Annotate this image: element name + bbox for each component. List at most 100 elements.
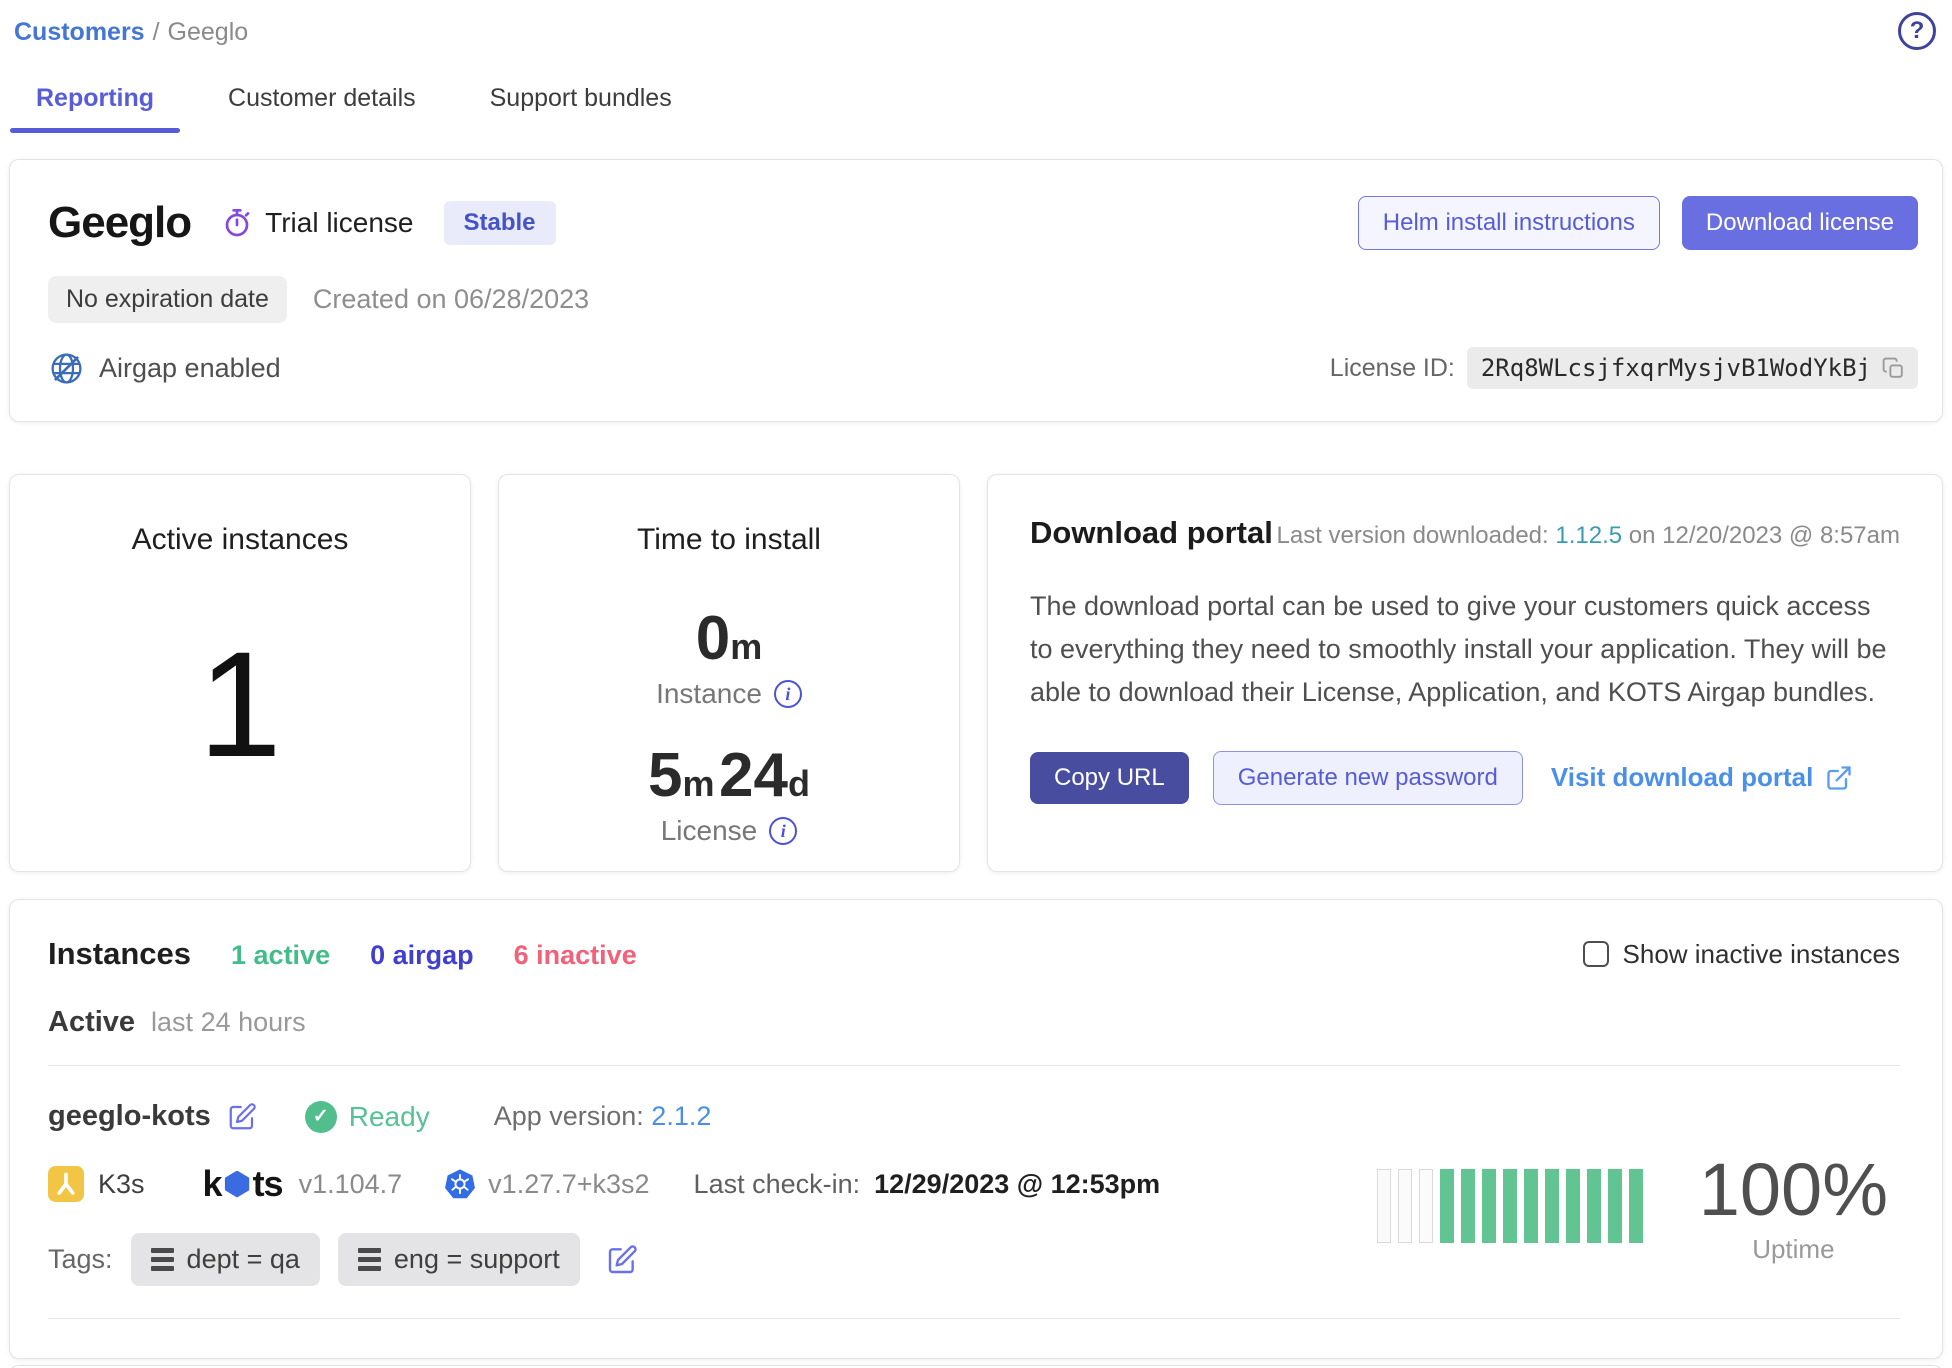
tag-pill: dept = qa: [131, 1233, 320, 1286]
visit-download-portal-link[interactable]: Visit download portal: [1551, 762, 1853, 793]
channel-badge: Stable: [444, 201, 556, 245]
tag-icon: [358, 1248, 381, 1271]
active-section-sublabel: last 24 hours: [151, 1007, 306, 1038]
instance-install-value: 0: [696, 604, 730, 673]
kots-logo-o-icon: [224, 1171, 251, 1198]
uptime-bar: [1503, 1169, 1517, 1243]
copy-license-id-icon[interactable]: [1881, 356, 1906, 381]
kots-version: v1.104.7: [299, 1169, 403, 1200]
license-id-pill: 2Rq8WLcsjfxqrMysjvB1WodYkBj: [1467, 347, 1918, 389]
instances-card: Instances 1 active 0 airgap 6 inactive S…: [9, 899, 1943, 1359]
last-version-suffix: on 12/20/2023 @ 8:57am: [1629, 522, 1900, 549]
kubernetes-icon: [444, 1168, 476, 1200]
time-to-install-card: Time to install 0m Instance i 5m 24d Lic…: [498, 474, 960, 872]
license-install-value2: 24: [719, 741, 788, 810]
tab-customer-details[interactable]: Customer details: [228, 84, 416, 133]
license-id-label: License ID:: [1330, 354, 1455, 383]
inactive-count: 6 inactive: [514, 940, 637, 971]
last-version-link[interactable]: 1.12.5: [1555, 522, 1622, 549]
tags-label: Tags:: [48, 1244, 113, 1275]
uptime-bar: [1524, 1169, 1538, 1243]
ready-check-icon: ✓: [305, 1101, 337, 1133]
airgap-count: 0 airgap: [370, 940, 474, 971]
customer-name: Geeglo: [48, 198, 191, 248]
divider-bottom: [48, 1318, 1900, 1319]
time-to-install-title: Time to install: [637, 523, 821, 557]
download-portal-description: The download portal can be used to give …: [1030, 585, 1900, 715]
kots-logo: kts: [203, 1163, 283, 1205]
license-install-time: 5m 24d License i: [648, 740, 810, 847]
instance-install-time: 0m Instance i: [656, 603, 802, 710]
copy-url-button[interactable]: Copy URL: [1030, 752, 1189, 804]
external-link-icon: [1825, 764, 1853, 792]
top-bar: Customers/Geeglo ?: [0, 0, 1952, 50]
tag-pill: eng = support: [338, 1233, 580, 1286]
app-version-label: App version:: [494, 1101, 644, 1131]
uptime-bar: [1608, 1169, 1622, 1243]
breadcrumb-current: Geeglo: [168, 18, 249, 46]
edit-tags-icon[interactable]: [606, 1244, 638, 1276]
tab-support-bundles[interactable]: Support bundles: [490, 84, 672, 133]
breadcrumb-separator: /: [145, 18, 168, 46]
visit-download-portal-label: Visit download portal: [1551, 762, 1813, 793]
kubernetes-version: v1.27.7+k3s2: [444, 1168, 649, 1200]
kubernetes-version-label: v1.27.7+k3s2: [488, 1169, 649, 1200]
uptime-bar: [1440, 1169, 1454, 1243]
show-inactive-toggle[interactable]: Show inactive instances: [1583, 939, 1900, 970]
tag-label: eng = support: [394, 1244, 560, 1275]
k3s-icon: [48, 1166, 84, 1202]
license-id-value: 2Rq8WLcsjfxqrMysjvB1WodYkBj: [1481, 354, 1871, 382]
airgap-globe-icon: [48, 350, 85, 387]
uptime-bar: [1545, 1169, 1559, 1243]
license-info-icon[interactable]: i: [769, 817, 797, 845]
expiration-badge: No expiration date: [48, 276, 287, 323]
uptime-bar: [1566, 1169, 1580, 1243]
distribution-label: K3s: [98, 1169, 145, 1200]
breadcrumb: Customers/Geeglo: [14, 12, 248, 47]
active-instances-title: Active instances: [132, 523, 349, 557]
uptime-bar: [1587, 1169, 1601, 1243]
generate-new-password-button[interactable]: Generate new password: [1213, 751, 1523, 805]
metrics-row: Active instances 1 Time to install 0m In…: [9, 474, 1943, 872]
uptime-bar: [1377, 1169, 1391, 1243]
last-version-label: Last version downloaded:: [1277, 522, 1549, 549]
help-icon[interactable]: ?: [1898, 12, 1936, 50]
download-license-button[interactable]: Download license: [1682, 196, 1918, 250]
active-instances-card: Active instances 1: [9, 474, 471, 872]
last-version-downloaded: Last version downloaded: 1.12.5 on 12/20…: [1277, 522, 1901, 550]
uptime-bar: [1482, 1169, 1496, 1243]
uptime-bar: [1629, 1169, 1643, 1243]
license-summary-card: Geeglo Trial license Stable Helm install…: [9, 159, 1943, 422]
helm-install-instructions-button[interactable]: Helm install instructions: [1358, 196, 1660, 250]
tab-bar: Reporting Customer details Support bundl…: [0, 50, 1952, 133]
license-install-label: License: [661, 815, 758, 847]
instance-install-label: Instance: [656, 678, 762, 710]
trial-timer-icon: [221, 207, 253, 239]
license-install-unit2: d: [788, 763, 810, 804]
last-checkin-label: Last check-in:: [694, 1169, 861, 1200]
edit-instance-name-icon[interactable]: [227, 1102, 257, 1132]
instance-info-icon[interactable]: i: [774, 680, 802, 708]
active-count: 1 active: [231, 940, 330, 971]
uptime-bar: [1461, 1169, 1475, 1243]
app-version-link[interactable]: 2.1.2: [651, 1101, 711, 1131]
tab-reporting[interactable]: Reporting: [36, 84, 154, 133]
last-checkin-value: 12/29/2023 @ 12:53pm: [874, 1169, 1160, 1200]
license-id-row: License ID: 2Rq8WLcsjfxqrMysjvB1WodYkBj: [1330, 347, 1918, 389]
kots-logo-ts: ts: [253, 1163, 283, 1205]
license-type: Trial license: [221, 207, 413, 239]
instance-row: geeglo-kots ✓ Ready App version: 2.1.2: [48, 1066, 1900, 1286]
uptime-bar: [1398, 1169, 1412, 1243]
kots-logo-k: k: [203, 1163, 222, 1205]
active-instances-value: 1: [198, 629, 281, 779]
license-type-label: Trial license: [265, 207, 413, 239]
instance-status: ✓ Ready: [305, 1101, 430, 1133]
uptime-bar-chart: [1377, 1169, 1643, 1243]
show-inactive-checkbox[interactable]: [1583, 941, 1609, 967]
instances-title: Instances: [48, 936, 191, 972]
breadcrumb-customers-link[interactable]: Customers: [14, 18, 145, 46]
uptime-section: 100% Uptime: [1377, 1126, 1900, 1286]
license-install-unit1: m: [683, 763, 715, 804]
show-inactive-label: Show inactive instances: [1623, 939, 1900, 970]
instance-details: geeglo-kots ✓ Ready App version: 2.1.2: [48, 1100, 1160, 1286]
